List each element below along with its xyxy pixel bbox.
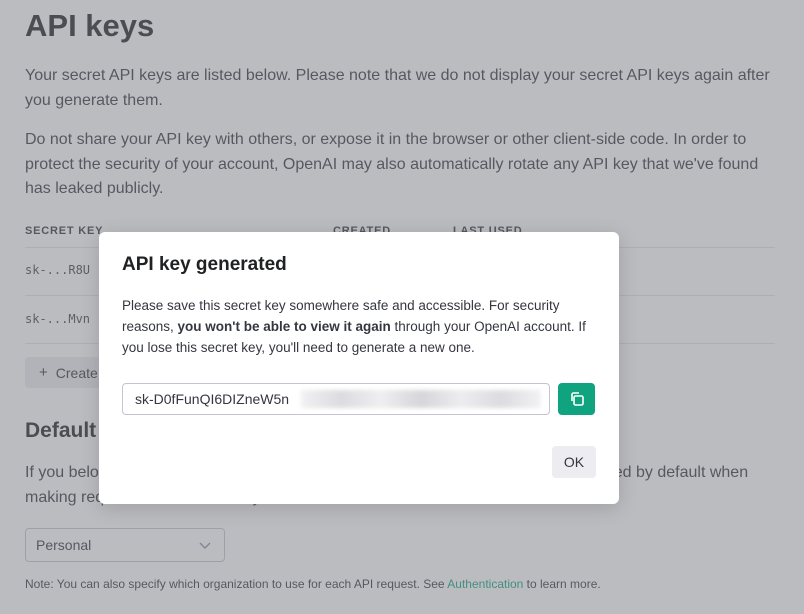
api-key-modal: API key generated Please save this secre… <box>99 232 619 504</box>
copy-button[interactable] <box>558 383 595 415</box>
secret-key-value: sk-D0fFunQI6DIZneW5n <box>135 391 290 407</box>
secret-key-field[interactable]: sk-D0fFunQI6DIZneW5n <box>122 383 550 415</box>
modal-body: Please save this secret key somewhere sa… <box>122 298 586 355</box>
copy-icon <box>570 392 584 406</box>
modal-title: API key generated <box>122 254 287 275</box>
ok-button[interactable]: OK <box>552 446 596 478</box>
redacted-key-blur <box>301 390 541 408</box>
